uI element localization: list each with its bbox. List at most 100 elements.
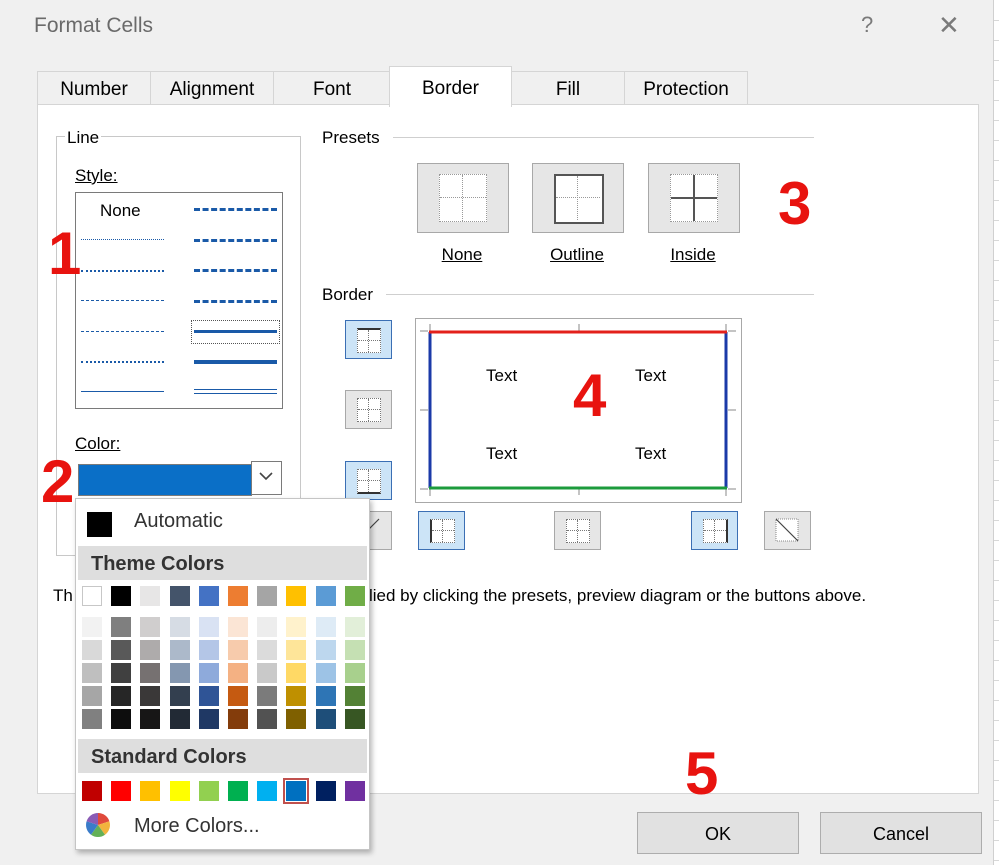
theme-shade-swatch[interactable] — [111, 686, 132, 706]
theme-shade-swatch[interactable] — [344, 617, 365, 637]
theme-shade-swatch[interactable] — [82, 663, 102, 683]
theme-shade-swatch[interactable] — [198, 686, 219, 706]
theme-shade-swatch[interactable] — [140, 640, 161, 660]
line-style-dotted[interactable] — [81, 270, 164, 272]
more-colors-option[interactable]: More Colors... — [82, 809, 353, 843]
line-style-dash-dot-dot[interactable] — [81, 300, 164, 301]
standard-color-swatch[interactable] — [283, 778, 310, 804]
theme-color-swatch[interactable] — [257, 586, 278, 606]
line-style-none[interactable]: None — [100, 201, 141, 221]
tab-border[interactable]: Border — [389, 66, 512, 107]
theme-shade-swatch[interactable] — [257, 617, 278, 637]
theme-shade-swatch[interactable] — [198, 617, 219, 637]
theme-shade-swatch[interactable] — [169, 709, 190, 729]
theme-shade-swatch[interactable] — [140, 663, 161, 683]
theme-shade-swatch[interactable] — [82, 709, 102, 729]
close-button[interactable]: ✕ — [938, 10, 960, 41]
theme-shade-swatch[interactable] — [140, 709, 161, 729]
standard-color-swatch[interactable] — [82, 781, 102, 801]
theme-shade-swatch[interactable] — [140, 617, 161, 637]
tab-font[interactable]: Font — [273, 71, 391, 105]
theme-shade-swatch[interactable] — [286, 617, 307, 637]
color-selector[interactable] — [78, 464, 252, 496]
standard-color-swatch[interactable] — [257, 781, 278, 801]
theme-shade-swatch[interactable] — [257, 709, 278, 729]
theme-color-swatch[interactable] — [82, 586, 102, 606]
border-inside-horizontal-button[interactable] — [345, 390, 392, 429]
border-inside-vertical-button[interactable] — [554, 511, 601, 550]
theme-color-swatch[interactable] — [140, 586, 161, 606]
theme-color-swatch[interactable] — [169, 586, 190, 606]
tab-alignment[interactable]: Alignment — [150, 71, 274, 105]
theme-shade-swatch[interactable] — [82, 686, 102, 706]
tab-fill[interactable]: Fill — [511, 71, 625, 105]
automatic-color-option[interactable]: Automatic — [82, 507, 353, 541]
standard-color-swatch[interactable] — [344, 781, 365, 801]
cancel-button[interactable]: Cancel — [820, 812, 982, 854]
tab-protection[interactable]: Protection — [624, 71, 748, 105]
ok-button[interactable]: OK — [637, 812, 799, 854]
theme-shade-swatch[interactable] — [111, 640, 132, 660]
theme-shade-swatch[interactable] — [140, 686, 161, 706]
preset-inside-button[interactable] — [648, 163, 740, 233]
theme-shade-swatch[interactable] — [257, 640, 278, 660]
theme-shade-swatch[interactable] — [286, 640, 307, 660]
theme-color-swatch[interactable] — [315, 586, 336, 606]
theme-shade-swatch[interactable] — [344, 709, 365, 729]
line-style-medium-dashed[interactable] — [194, 300, 277, 303]
theme-shade-swatch[interactable] — [286, 686, 307, 706]
tab-number[interactable]: Number — [37, 71, 151, 105]
theme-shade-swatch[interactable] — [228, 640, 248, 660]
theme-shade-swatch[interactable] — [344, 663, 365, 683]
theme-shade-swatch[interactable] — [315, 709, 336, 729]
theme-shade-swatch[interactable] — [315, 640, 336, 660]
theme-shade-swatch[interactable] — [198, 663, 219, 683]
theme-shade-swatch[interactable] — [82, 640, 102, 660]
theme-shade-swatch[interactable] — [198, 640, 219, 660]
theme-shade-swatch[interactable] — [228, 686, 248, 706]
theme-color-swatch[interactable] — [111, 586, 132, 606]
standard-color-swatch[interactable] — [169, 781, 190, 801]
border-right-button[interactable] — [691, 511, 738, 550]
standard-color-swatch[interactable] — [315, 781, 336, 801]
theme-shade-swatch[interactable] — [315, 663, 336, 683]
standard-color-swatch[interactable] — [140, 781, 161, 801]
theme-color-swatch[interactable] — [228, 586, 248, 606]
preset-none-button[interactable] — [417, 163, 509, 233]
line-style-double[interactable] — [194, 389, 277, 394]
theme-shade-swatch[interactable] — [169, 686, 190, 706]
standard-color-swatch[interactable] — [228, 781, 248, 801]
theme-shade-swatch[interactable] — [286, 663, 307, 683]
theme-shade-swatch[interactable] — [228, 617, 248, 637]
theme-shade-swatch[interactable] — [315, 686, 336, 706]
theme-shade-swatch[interactable] — [315, 617, 336, 637]
border-diagonal-down-button[interactable] — [764, 511, 811, 550]
line-style-slanted-dash-dot[interactable] — [194, 239, 277, 242]
theme-shade-swatch[interactable] — [169, 617, 190, 637]
theme-shade-swatch[interactable] — [111, 709, 132, 729]
standard-color-swatch[interactable] — [198, 781, 219, 801]
theme-shade-swatch[interactable] — [169, 640, 190, 660]
theme-color-swatch[interactable] — [286, 586, 307, 606]
line-style-medium-dash-dot-dot[interactable] — [194, 208, 277, 211]
border-top-button[interactable] — [345, 320, 392, 359]
theme-shade-swatch[interactable] — [257, 663, 278, 683]
line-style-thin[interactable] — [81, 391, 164, 392]
line-style-dash-dot[interactable] — [81, 331, 164, 332]
preset-outline-button[interactable] — [532, 163, 624, 233]
theme-shade-swatch[interactable] — [257, 686, 278, 706]
color-dropdown-button[interactable] — [251, 461, 282, 495]
theme-color-swatch[interactable] — [344, 586, 365, 606]
border-bottom-button[interactable] — [345, 461, 392, 500]
help-button[interactable]: ? — [861, 12, 873, 38]
line-style-hair[interactable] — [81, 239, 164, 240]
theme-shade-swatch[interactable] — [111, 617, 132, 637]
theme-shade-swatch[interactable] — [344, 686, 365, 706]
standard-color-swatch[interactable] — [111, 781, 132, 801]
theme-shade-swatch[interactable] — [228, 709, 248, 729]
theme-shade-swatch[interactable] — [286, 709, 307, 729]
line-style-medium[interactable] — [194, 330, 277, 333]
border-left-button[interactable] — [418, 511, 465, 550]
theme-shade-swatch[interactable] — [82, 617, 102, 637]
line-style-thick[interactable] — [194, 360, 277, 364]
